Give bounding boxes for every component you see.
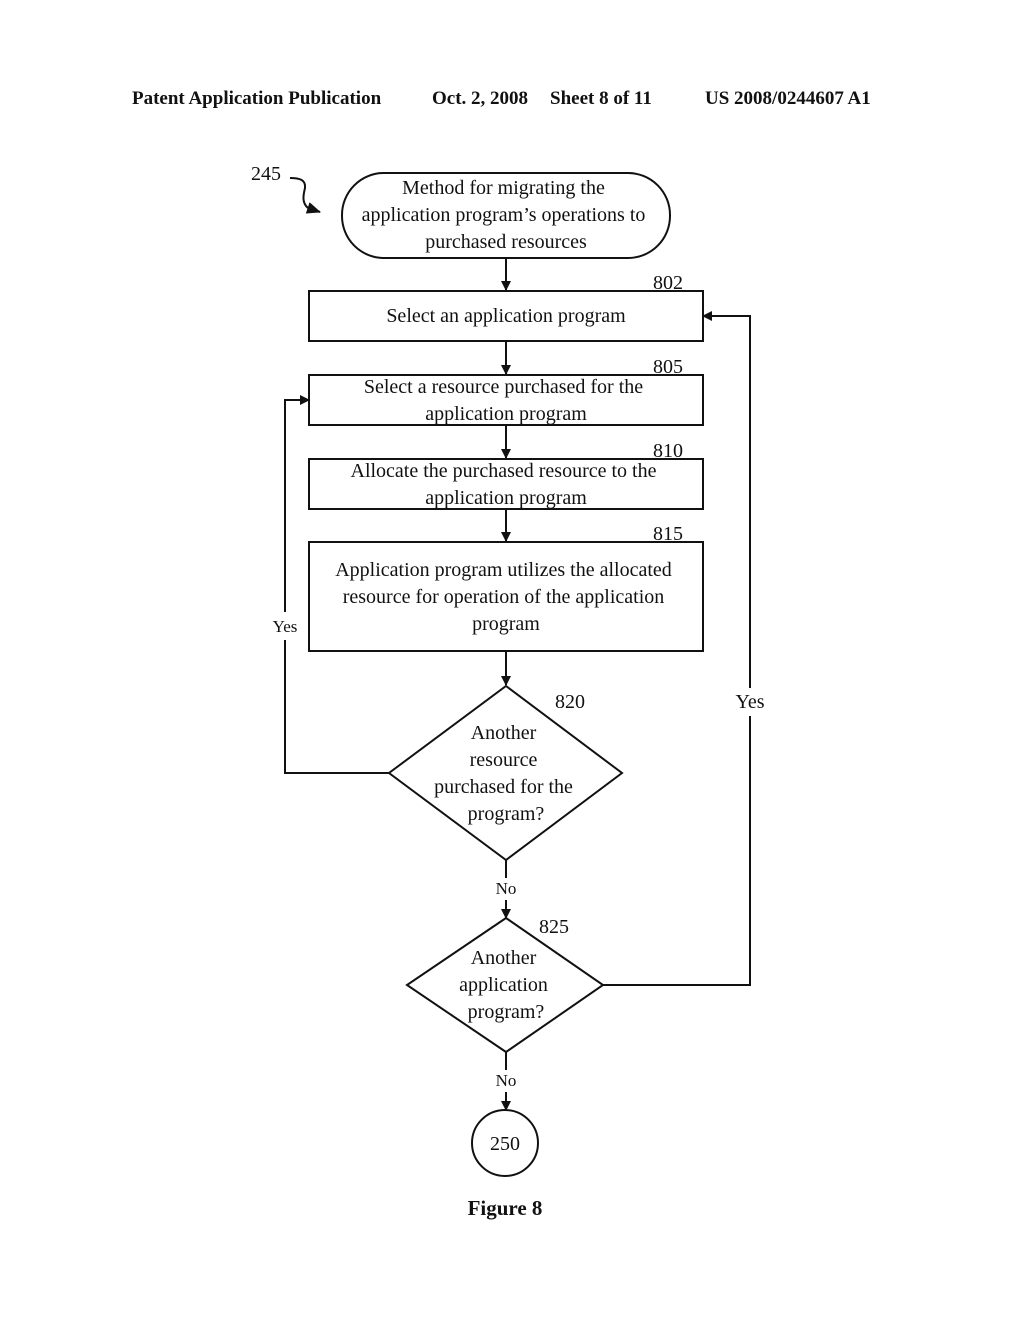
connector-820-yes-upper (284, 395, 310, 612)
decision-line: application (459, 974, 548, 996)
decision-825-no-label: No (496, 1071, 517, 1090)
step-line: Select an application program (386, 305, 626, 327)
flowchart: 245 Method for migrating the application… (251, 163, 765, 1220)
start-line: application program’s operations to (362, 204, 646, 226)
decision-line: purchased for the (434, 776, 573, 798)
decision-825-yes-label: Yes (735, 691, 764, 713)
figure-caption: Figure 8 (468, 1196, 543, 1220)
decision-820-no-label: No (496, 879, 517, 898)
decision-825-ref: 825 (539, 916, 569, 938)
step-line: program (472, 613, 540, 635)
decision-line: resource (470, 749, 538, 771)
decision-820-ref: 820 (555, 691, 585, 713)
connector-820-yes-lower (284, 640, 389, 774)
decision-line: program? (468, 1001, 545, 1023)
decision-line: Another (471, 947, 537, 969)
decision-line: program? (468, 803, 545, 825)
connector-825-yes-upper (702, 311, 751, 688)
start-ref-leader (289, 177, 321, 214)
step-line: Allocate the purchased resource to the (351, 460, 657, 482)
decision-825-text: Another application program? (459, 947, 553, 1023)
connector-825-yes-lower (603, 716, 751, 986)
start-line: purchased resources (425, 231, 587, 253)
step-line: resource for operation of the applicatio… (343, 586, 665, 608)
end-connector-label: 250 (490, 1133, 520, 1155)
start-ref-label: 245 (251, 163, 281, 185)
step-line: Application program utilizes the allocat… (335, 559, 672, 581)
decision-820-diamond (387, 684, 624, 862)
step-line: application program (425, 487, 587, 509)
decision-line: Another (471, 722, 537, 744)
step-line: Select a resource purchased for the (364, 376, 643, 398)
decision-820-yes-label: Yes (273, 617, 298, 636)
start-line: Method for migrating the (402, 177, 605, 199)
step-line: application program (425, 403, 587, 425)
step-802-text: Select an application program (386, 305, 626, 327)
